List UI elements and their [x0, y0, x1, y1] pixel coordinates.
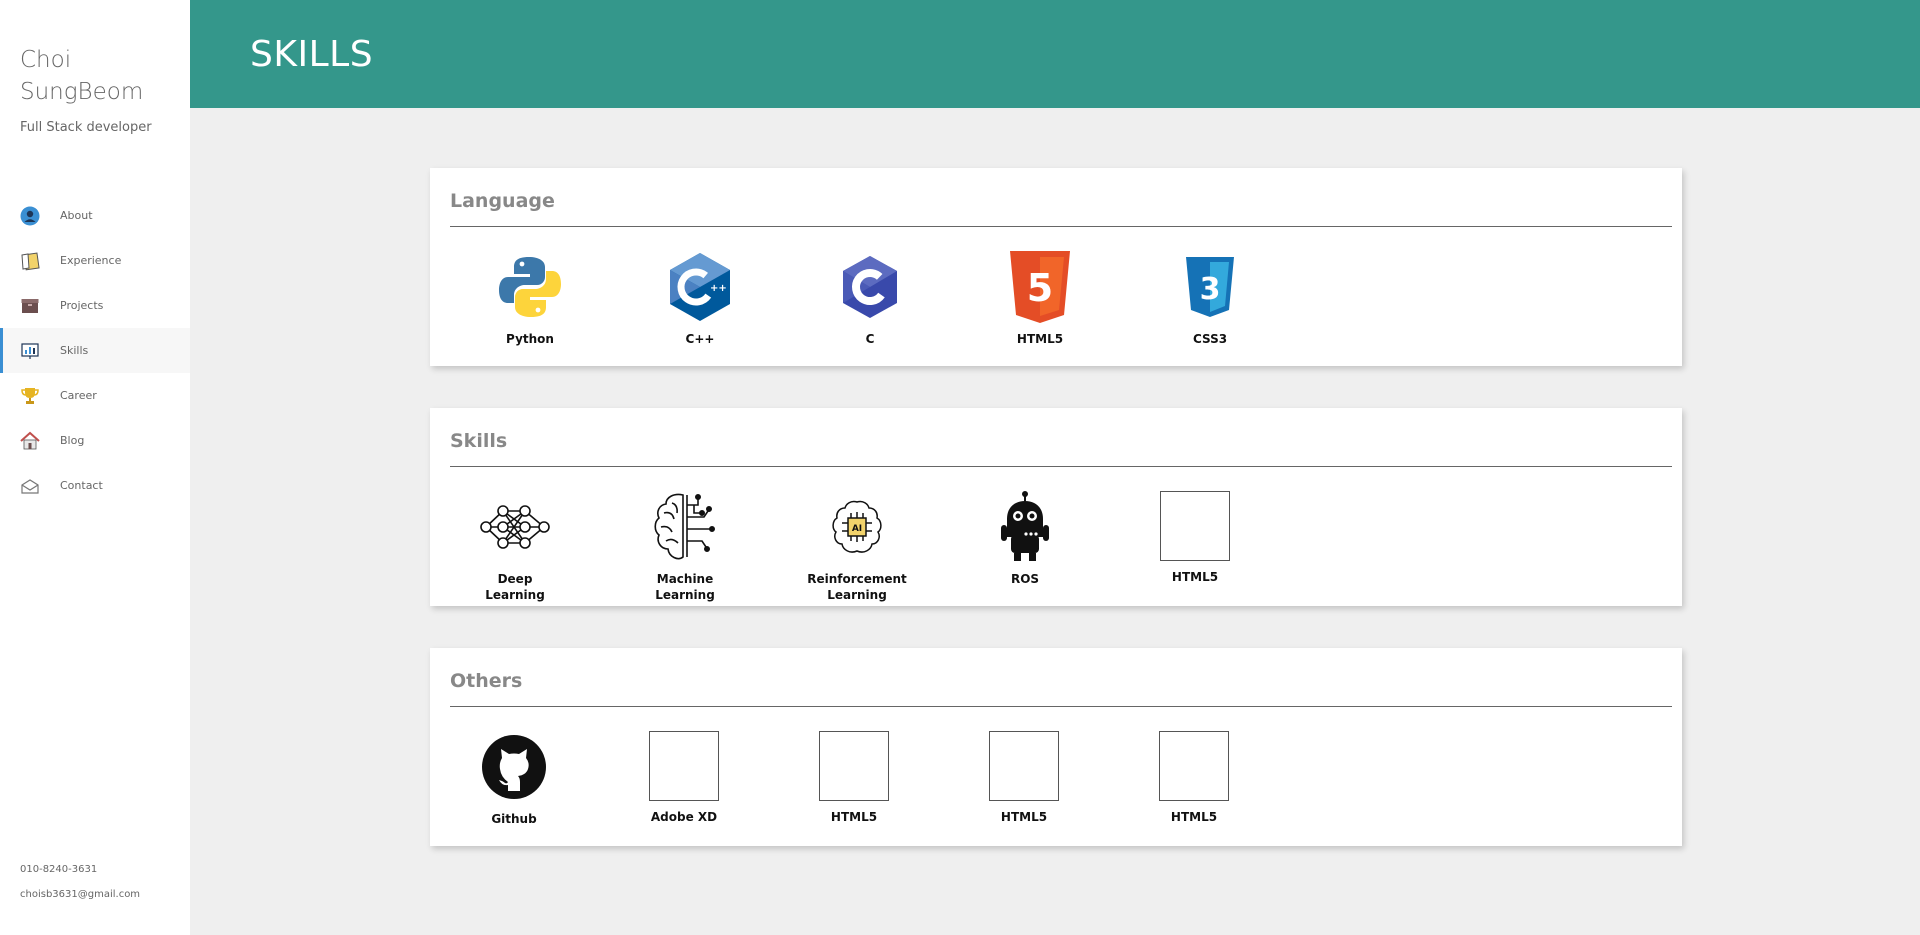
cpp-logo-icon: ++: [664, 251, 736, 323]
section-title: Skills: [450, 430, 508, 452]
python-logo-icon: [494, 251, 566, 323]
sidebar-item-career[interactable]: Career: [0, 373, 190, 418]
bar-chart-icon: [20, 341, 40, 361]
placeholder-box-icon: [649, 731, 719, 801]
css3-logo-icon: 3: [1174, 251, 1246, 323]
profile-role: Full Stack developer: [20, 120, 152, 135]
section-title: Language: [450, 190, 555, 212]
email-address: choisb3631@gmail.com: [20, 889, 141, 900]
sidebar-item-label: About: [60, 209, 93, 222]
skill-label: HTML5: [1170, 810, 1218, 824]
html5-logo-icon: 5: [1004, 251, 1076, 323]
profile-name: Choi SungBeom: [20, 47, 144, 105]
section-divider: [450, 706, 1672, 707]
section-title: Others: [450, 670, 523, 692]
skill-label: Adobe XD: [650, 810, 718, 824]
sidebar-item-label: Projects: [60, 299, 104, 312]
section-divider: [450, 466, 1672, 467]
skill-item-html5: 5 HTML5: [985, 251, 1095, 347]
sidebar: Choi SungBeom Full Stack developer About…: [0, 0, 190, 935]
skill-item-python: Python: [475, 251, 585, 347]
skill-item-c: C: [815, 251, 925, 347]
skill-label: HTML5: [830, 810, 878, 824]
skill-item-adobe-xd: Adobe XD: [629, 731, 739, 825]
sidebar-item-about[interactable]: About: [0, 193, 190, 238]
placeholder-box-icon: [1160, 491, 1230, 561]
svg-text:5: 5: [1027, 266, 1053, 310]
envelope-icon: [20, 476, 40, 496]
placeholder-box-icon: [819, 731, 889, 801]
skill-item-machine-learning: Machine Learning: [630, 491, 740, 603]
placeholder-box-icon: [989, 731, 1059, 801]
skill-label: HTML5: [1016, 332, 1064, 346]
skill-label: Machine Learning: [655, 572, 715, 602]
neural-network-icon: [479, 491, 551, 563]
skill-item-reinforcement-learning: AI Reinforcement Learning: [802, 491, 912, 603]
skill-label: CSS3: [1192, 332, 1228, 346]
placeholder-box-icon: [1159, 731, 1229, 801]
skill-item-html5-placeholder: HTML5: [969, 731, 1079, 825]
skill-label: Reinforcement Learning: [807, 572, 907, 602]
phone-number: 010-8240-3631: [20, 864, 98, 875]
skill-item-ros: ROS: [970, 491, 1080, 587]
svg-text:3: 3: [1200, 272, 1221, 307]
sidebar-item-label: Blog: [60, 434, 85, 447]
skill-label: ROS: [1010, 572, 1040, 586]
page-title: SKILLS: [250, 34, 374, 75]
skill-item-html5-placeholder: HTML5: [1140, 491, 1250, 585]
svg-text:AI: AI: [852, 524, 862, 534]
skill-label: C++: [685, 332, 715, 346]
c-logo-icon: [834, 251, 906, 323]
brain-circuit-icon: [649, 491, 721, 563]
sidebar-item-label: Career: [60, 389, 97, 402]
user-circle-icon: [20, 206, 40, 226]
skill-item-deep-learning: Deep Learning: [460, 491, 570, 603]
github-logo-icon: [478, 731, 550, 803]
box-icon: [20, 296, 40, 316]
skill-item-cpp: ++ C++: [645, 251, 755, 347]
svg-text:++: ++: [710, 283, 727, 294]
section-skills: Skills Deep Learning Machine Learning AI…: [430, 408, 1682, 606]
notepad-icon: [20, 251, 40, 271]
house-icon: [20, 431, 40, 451]
sidebar-item-projects[interactable]: Projects: [0, 283, 190, 328]
robot-icon: [989, 491, 1061, 563]
skill-label: HTML5: [1171, 570, 1219, 584]
skill-item-html5-placeholder: HTML5: [799, 731, 909, 825]
skill-label: HTML5: [1000, 810, 1048, 824]
sidebar-item-blog[interactable]: Blog: [0, 418, 190, 463]
section-language: Language Python ++ C++ C 5 HTML5 3 CSS3: [430, 168, 1682, 366]
page-header: SKILLS: [190, 0, 1920, 108]
trophy-icon: [20, 386, 40, 406]
sidebar-item-label: Skills: [60, 344, 89, 357]
ai-chip-brain-icon: AI: [821, 491, 893, 563]
skill-label: Deep Learning: [485, 572, 545, 602]
sidebar-nav: About Experience Projects Skills Career: [0, 193, 190, 508]
section-divider: [450, 226, 1672, 227]
sidebar-item-skills[interactable]: Skills: [0, 328, 190, 373]
skill-label: Github: [491, 812, 537, 826]
skill-label: C: [865, 332, 875, 346]
sidebar-item-experience[interactable]: Experience: [0, 238, 190, 283]
sidebar-item-label: Contact: [60, 479, 103, 492]
skill-label: Python: [506, 332, 554, 346]
skill-item-html5-placeholder: HTML5: [1139, 731, 1249, 825]
skill-item-github: Github: [459, 731, 569, 827]
section-others: Others Github Adobe XD HTML5 HTML5 HTML5: [430, 648, 1682, 846]
sidebar-item-contact[interactable]: Contact: [0, 463, 190, 508]
skill-item-css3: 3 CSS3: [1155, 251, 1265, 347]
sidebar-item-label: Experience: [60, 254, 122, 267]
